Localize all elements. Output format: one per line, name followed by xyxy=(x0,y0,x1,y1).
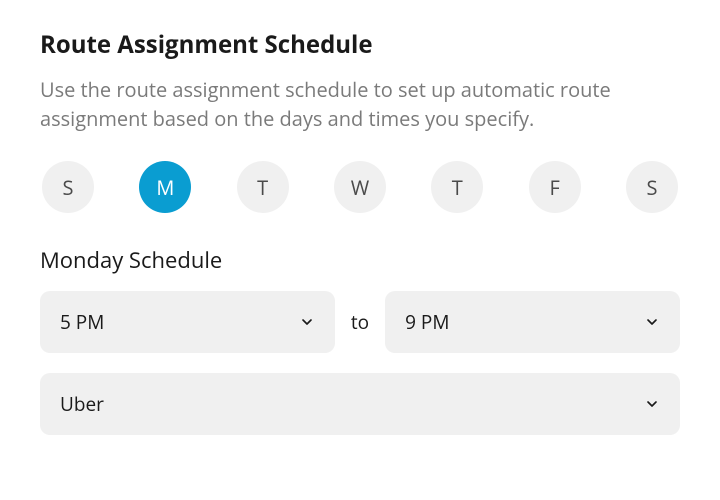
day-monday[interactable]: M xyxy=(139,161,191,213)
day-selector-row: S M T W T F S xyxy=(40,161,680,213)
day-tuesday[interactable]: T xyxy=(237,161,289,213)
start-time-select[interactable]: 5 PM xyxy=(40,291,335,353)
service-value: Uber xyxy=(60,391,104,417)
start-time-value: 5 PM xyxy=(60,309,104,335)
day-saturday[interactable]: S xyxy=(626,161,678,213)
end-time-value: 9 PM xyxy=(405,309,449,335)
day-wednesday[interactable]: W xyxy=(334,161,386,213)
chevron-down-icon xyxy=(644,396,660,412)
chevron-down-icon xyxy=(644,314,660,330)
day-friday[interactable]: F xyxy=(529,161,581,213)
page-title: Route Assignment Schedule xyxy=(40,28,680,61)
time-range-row: 5 PM to 9 PM xyxy=(40,291,680,353)
page-description: Use the route assignment schedule to set… xyxy=(40,75,680,133)
day-thursday[interactable]: T xyxy=(431,161,483,213)
schedule-subtitle: Monday Schedule xyxy=(40,245,680,275)
end-time-select[interactable]: 9 PM xyxy=(385,291,680,353)
chevron-down-icon xyxy=(299,314,315,330)
to-label: to xyxy=(351,309,369,335)
day-sunday[interactable]: S xyxy=(42,161,94,213)
service-select[interactable]: Uber xyxy=(40,373,680,435)
